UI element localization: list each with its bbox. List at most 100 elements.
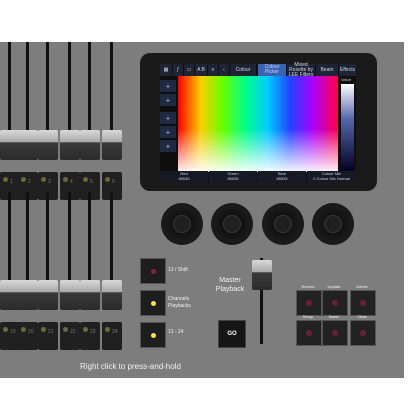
- tab-beam[interactable]: Beam: [316, 64, 338, 76]
- add-icon[interactable]: +: [160, 126, 176, 138]
- fader-track: [68, 192, 71, 292]
- add-icon[interactable]: +: [160, 94, 176, 106]
- led-indicator: [360, 300, 366, 306]
- fader-handle[interactable]: [80, 280, 100, 310]
- fader-handle[interactable]: [18, 280, 38, 310]
- add-icon[interactable]: +: [160, 140, 176, 152]
- readout-red: Red 65535: [160, 171, 208, 182]
- grid-icon[interactable]: ▦: [160, 64, 172, 76]
- fader-icon[interactable]: ƒ: [173, 64, 183, 76]
- touchscreen[interactable]: ▦ ƒ ▭ A B ≡ ‹ Colour Colour Picker Mixed…: [160, 62, 356, 182]
- page-shift-button[interactable]: [140, 258, 166, 284]
- fader-track: [88, 42, 91, 142]
- led-indicator: [151, 269, 156, 274]
- key-clear-button[interactable]: [350, 320, 376, 346]
- led-indicator: [3, 177, 8, 182]
- fader-handle[interactable]: [0, 280, 20, 310]
- led-indicator: [41, 177, 46, 182]
- fader-button[interactable]: 22: [60, 322, 80, 350]
- readout-colour-mix: Colour Mix 0 Colour Mix Normal: [307, 171, 356, 182]
- fader-number: 3: [48, 179, 51, 185]
- fader-track: [68, 42, 71, 142]
- lower-fader[interactable]: 23: [80, 192, 100, 352]
- fader-handle[interactable]: [0, 130, 20, 160]
- tab-colour[interactable]: Colour: [230, 64, 256, 76]
- value-slider[interactable]: [341, 84, 354, 172]
- upper-fader[interactable]: 6: [102, 42, 122, 202]
- lower-fader[interactable]: 24: [102, 192, 122, 352]
- encoder-wheel-3[interactable]: [262, 203, 304, 245]
- go-button[interactable]: GO: [218, 320, 246, 348]
- fader-number: 21: [48, 329, 54, 335]
- fader-handle[interactable]: [38, 130, 58, 160]
- channels-playbacks-button[interactable]: [140, 290, 166, 316]
- fader-handle[interactable]: [60, 280, 80, 310]
- led-indicator: [360, 330, 366, 336]
- lower-fader[interactable]: 20: [18, 192, 38, 352]
- fader-number: 20: [28, 329, 34, 335]
- tab-mixed-rosette[interactable]: Mixed Rosette by LEE Filters: [287, 62, 315, 77]
- tab-effects[interactable]: Effects: [339, 64, 356, 76]
- upper-fader[interactable]: 1: [0, 42, 20, 202]
- fader-button[interactable]: 23: [80, 322, 100, 350]
- key-delete-button[interactable]: [350, 290, 376, 316]
- fader-handle[interactable]: [102, 280, 122, 310]
- upper-fader[interactable]: 2: [18, 42, 38, 202]
- lower-fader[interactable]: 19: [0, 192, 20, 352]
- menu-icon[interactable]: ≡: [208, 64, 218, 76]
- key-label: Delete: [356, 284, 368, 289]
- fader-handle[interactable]: [18, 130, 38, 160]
- master-fader-handle[interactable]: [252, 260, 272, 290]
- fader-button[interactable]: 20: [18, 322, 38, 350]
- add-icon[interactable]: +: [160, 112, 176, 124]
- key-label: Record: [301, 284, 315, 289]
- encoder-wheel-2[interactable]: [211, 203, 253, 245]
- lower-fader[interactable]: 21: [38, 192, 58, 352]
- select-icon[interactable]: ▭: [184, 64, 194, 76]
- led-indicator: [21, 327, 26, 332]
- ab-icon[interactable]: A B: [195, 64, 207, 76]
- fader-track: [46, 192, 49, 292]
- upper-fader[interactable]: 3: [38, 42, 58, 202]
- fader-handle[interactable]: [60, 130, 80, 160]
- page-range-button[interactable]: [140, 322, 166, 348]
- fader-handle[interactable]: [102, 130, 122, 160]
- led-indicator: [332, 300, 338, 306]
- key-setup-button[interactable]: [296, 320, 322, 346]
- fader-number: 23: [90, 329, 96, 335]
- key-record-button[interactable]: [296, 290, 322, 316]
- fader-button[interactable]: 24: [102, 322, 122, 350]
- lower-fader[interactable]: 22: [60, 192, 80, 352]
- fader-number: 19: [10, 329, 16, 335]
- encoder-wheel-4[interactable]: [312, 203, 354, 245]
- fader-handle[interactable]: [38, 280, 58, 310]
- back-icon[interactable]: ‹: [219, 64, 229, 76]
- led-indicator: [105, 177, 110, 182]
- hint-text: Right click to press-and-hold: [80, 362, 181, 371]
- led-indicator: [105, 327, 110, 332]
- fader-button[interactable]: 21: [38, 322, 58, 350]
- fader-button[interactable]: 19: [0, 322, 20, 350]
- led-indicator: [83, 177, 88, 182]
- add-icon[interactable]: +: [160, 80, 176, 92]
- led-indicator: [41, 327, 46, 332]
- tab-colour-picker[interactable]: Colour Picker: [258, 64, 286, 76]
- upper-fader[interactable]: 4: [60, 42, 80, 202]
- fader-number: 4: [70, 179, 73, 185]
- master-fader[interactable]: [252, 258, 272, 348]
- key-update-button[interactable]: [322, 290, 348, 316]
- led-indicator: [3, 327, 8, 332]
- key-name-button[interactable]: [322, 320, 348, 346]
- colour-picker-spectrum[interactable]: [178, 76, 338, 172]
- led-indicator: [151, 333, 156, 338]
- page-range-label: 13 - 24: [168, 329, 184, 335]
- fader-track: [8, 42, 11, 142]
- encoder-wheel-1[interactable]: [161, 203, 203, 245]
- key-label: Name: [328, 314, 340, 319]
- key-label: Clear: [357, 314, 367, 319]
- fader-handle[interactable]: [80, 130, 100, 160]
- upper-fader[interactable]: 5: [80, 42, 100, 202]
- page-shift-label: 13 / Shift: [168, 267, 188, 273]
- led-indicator: [306, 330, 312, 336]
- led-indicator: [83, 327, 88, 332]
